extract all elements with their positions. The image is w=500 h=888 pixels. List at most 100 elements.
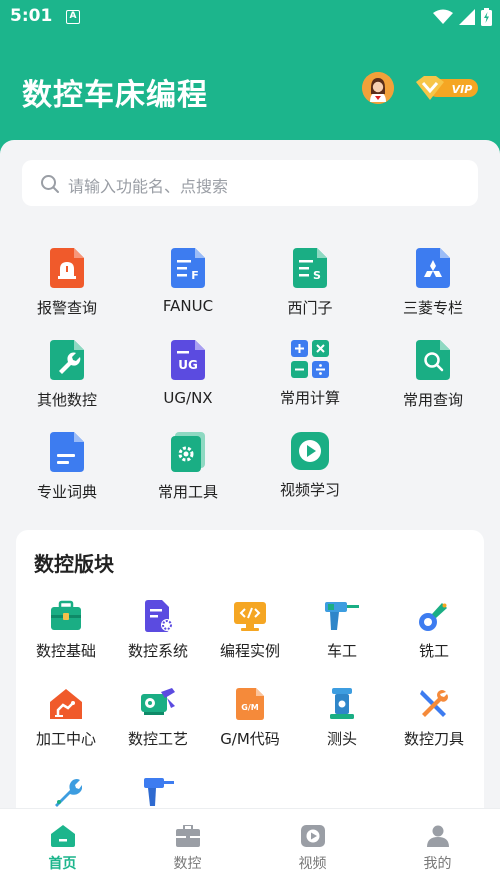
main-content: 请输入功能名、点搜索 报警查询 F FANUC S 西门子 三菱专栏 其他数控 …	[0, 140, 500, 830]
dictionary-icon	[50, 432, 84, 472]
func-label: 专业词典	[36, 483, 97, 501]
module-label: 测头	[326, 730, 357, 748]
module-label: 数控系统	[127, 642, 188, 660]
calculator-icon	[291, 340, 329, 378]
tab-home[interactable]: 首页	[0, 809, 125, 888]
notification-icon: A	[66, 10, 80, 24]
toolbox-icon	[51, 600, 81, 630]
func-alarm-query[interactable]: 报警查询	[12, 248, 122, 318]
section-title: 数控版块	[34, 552, 114, 576]
func-other-cnc[interactable]: 其他数控	[12, 340, 122, 410]
mill-icon	[419, 603, 447, 631]
drill-icon	[325, 602, 359, 630]
tab-video[interactable]: 视频	[250, 809, 375, 888]
gear-doc-icon	[171, 432, 205, 472]
module-cnc-tools[interactable]: 数控刀具	[388, 688, 480, 749]
tab-cnc[interactable]: 数控	[125, 809, 250, 888]
func-dictionary[interactable]: 专业词典	[12, 432, 122, 502]
tab-mine[interactable]: 我的	[375, 809, 500, 888]
probe-icon	[330, 688, 354, 719]
signal-icon	[459, 9, 475, 25]
module-gm-code[interactable]: G/M G/M代码	[204, 688, 296, 749]
doc-badge: F	[191, 269, 199, 282]
func-label: 视频学习	[279, 481, 340, 499]
avatar-icon	[362, 72, 394, 104]
wrench-icon	[50, 340, 84, 380]
func-fanuc[interactable]: F FANUC	[133, 248, 243, 315]
tools-icon	[420, 690, 448, 717]
module-label: 编程实例	[219, 642, 280, 660]
tab-label: 视频	[298, 856, 327, 872]
func-ug-nx[interactable]: UG UG/NX	[133, 340, 243, 407]
module-label: G/M代码	[220, 730, 280, 748]
robot-house-icon	[50, 689, 82, 719]
wifi-icon	[433, 9, 453, 24]
func-common-tools[interactable]: 常用工具	[133, 432, 243, 502]
battery-icon	[481, 8, 492, 26]
module-label: 加工中心	[35, 730, 96, 748]
func-mitsubishi[interactable]: 三菱专栏	[378, 248, 488, 318]
video-icon	[300, 825, 325, 847]
func-label: 常用查询	[402, 391, 463, 409]
func-label: UG/NX	[163, 389, 213, 407]
doc-s-icon: S	[293, 248, 327, 288]
func-label: 其他数控	[36, 391, 97, 409]
search-doc-icon	[416, 340, 450, 380]
func-label: 报警查询	[36, 299, 97, 317]
vip-badge[interactable]: VIP	[414, 74, 480, 102]
home-icon	[50, 825, 75, 847]
bottom-tab-bar: 首页 数控 视频 我的	[0, 808, 500, 888]
tab-label: 我的	[423, 856, 452, 872]
doc-badge: S	[313, 269, 321, 282]
module-label: 数控基础	[35, 642, 96, 660]
func-label: 常用工具	[157, 483, 218, 501]
module-cnc-process[interactable]: 数控工艺	[112, 688, 204, 749]
module-turner[interactable]: 车工	[296, 600, 388, 661]
machine-icon	[141, 688, 175, 715]
module-label: 车工	[326, 642, 357, 660]
app-title: 数控车床编程	[22, 78, 208, 113]
gm-file-icon: G/M	[236, 688, 264, 720]
module-cnc-system[interactable]: 数控系统	[112, 600, 204, 661]
briefcase-icon	[175, 825, 200, 847]
doc-ug-icon: UG	[171, 340, 205, 380]
wrench-blue-icon	[55, 779, 82, 807]
vip-label: VIP	[452, 83, 473, 96]
module-cnc-basics[interactable]: 数控基础	[20, 600, 112, 661]
gm-badge: G/M	[241, 703, 258, 712]
func-common-query[interactable]: 常用查询	[378, 340, 488, 410]
module-label: 数控工艺	[127, 730, 188, 748]
module-label: 铣工	[418, 642, 449, 660]
user-icon	[426, 825, 449, 847]
avatar[interactable]	[362, 72, 394, 104]
alarm-icon	[50, 248, 84, 288]
func-video-learning[interactable]: 视频学习	[255, 432, 365, 500]
play-icon	[291, 432, 329, 470]
doc-badge: UG	[178, 358, 198, 372]
module-programming-examples[interactable]: 编程实例	[204, 600, 296, 661]
search-icon	[41, 175, 59, 193]
tab-label: 数控	[173, 856, 202, 872]
func-label: FANUC	[162, 297, 214, 315]
vip-icon: VIP	[416, 76, 478, 100]
tab-label: 首页	[48, 856, 77, 872]
func-label: 三菱专栏	[402, 299, 463, 317]
status-bar: 5:01 A	[0, 0, 500, 36]
func-label: 西门子	[287, 299, 333, 317]
func-common-calc[interactable]: 常用计算	[255, 340, 365, 408]
status-time: 5:01	[10, 6, 53, 26]
system-doc-icon	[145, 600, 173, 632]
module-label: 数控刀具	[403, 730, 464, 748]
module-miller[interactable]: 铣工	[388, 600, 480, 661]
func-label: 常用计算	[279, 389, 340, 407]
func-siemens[interactable]: S 西门子	[255, 248, 365, 318]
search-bar[interactable]: 请输入功能名、点搜索	[22, 160, 478, 206]
search-placeholder[interactable]: 请输入功能名、点搜索	[68, 173, 228, 197]
hand-drill-icon	[144, 778, 174, 806]
app-header: 数控车床编程 VIP	[0, 36, 500, 140]
doc-f-icon: F	[171, 248, 205, 288]
module-machining-center[interactable]: 加工中心	[20, 688, 112, 749]
code-monitor-icon	[234, 602, 266, 631]
module-probe[interactable]: 测头	[296, 688, 388, 749]
mitsubishi-icon	[416, 248, 450, 288]
